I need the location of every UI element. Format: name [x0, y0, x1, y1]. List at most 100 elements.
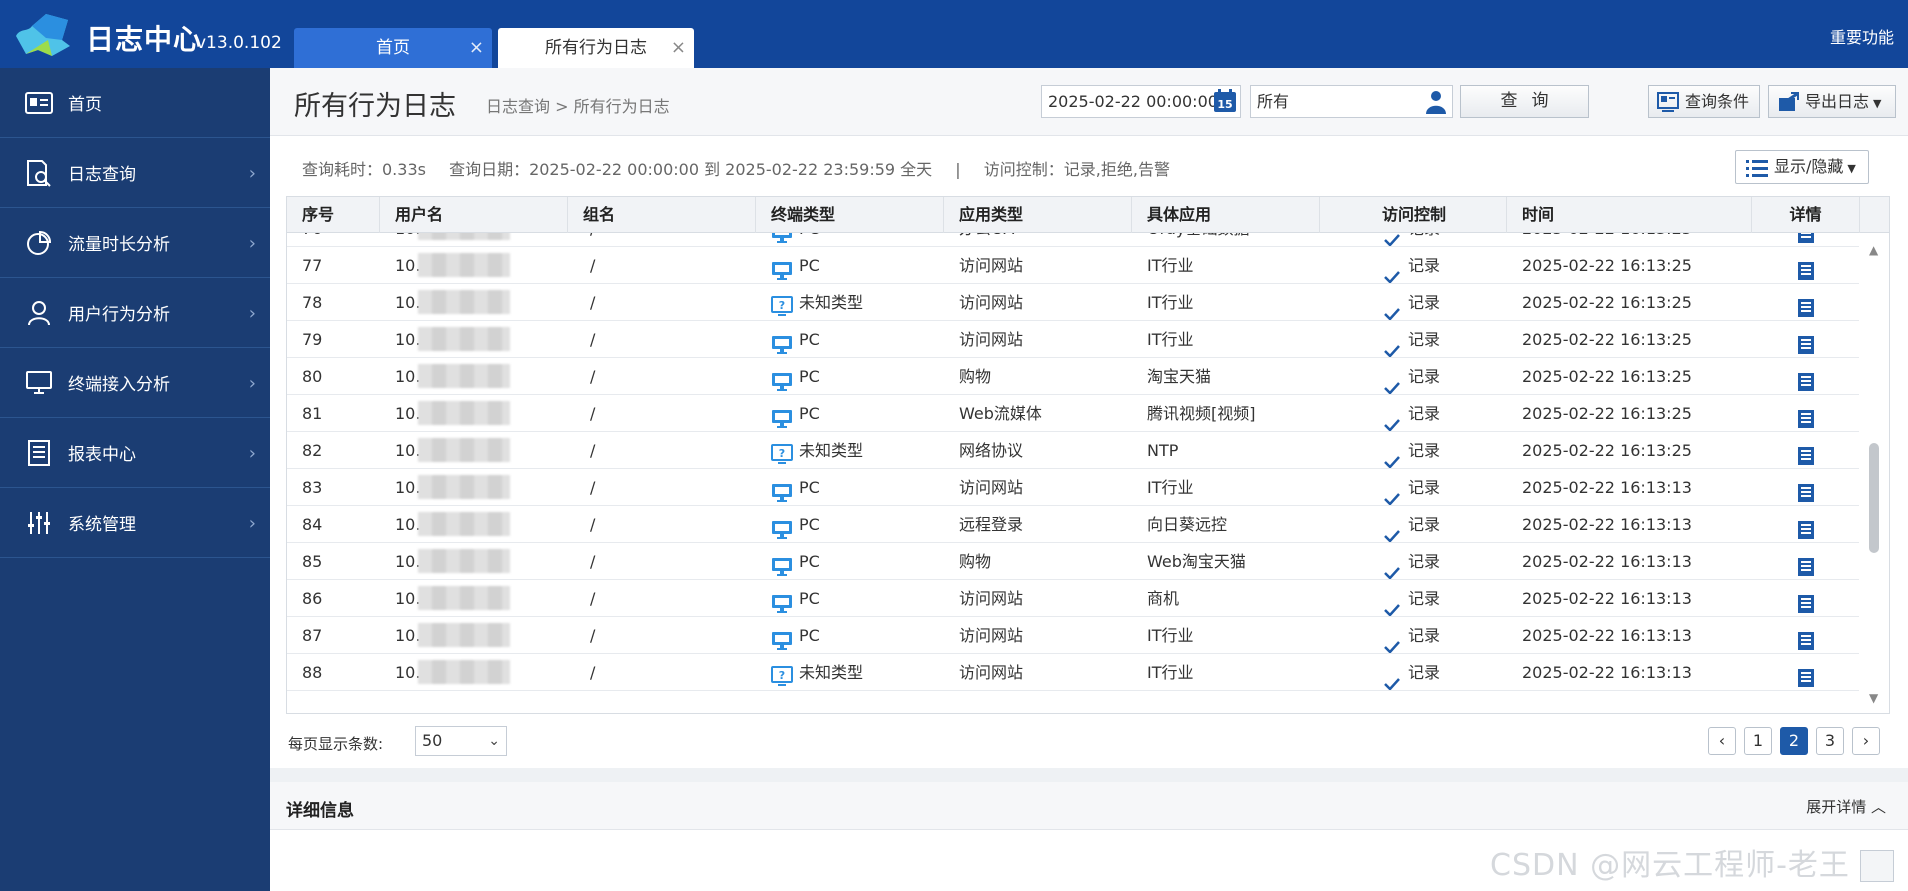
table-row[interactable]: 78 10. /? 未知类型 访问网站 IT行业 记录 2025-02-22 16:13:25 — [287, 284, 1889, 321]
table-row[interactable]: 77 10. / PC 访问网站 IT行业 记录 2025-02-22 16:13:25 — [287, 247, 1889, 284]
cell-app-type: Web流媒体 — [959, 404, 1042, 423]
detail-document-icon[interactable] — [1797, 257, 1815, 280]
show-hide-columns-button[interactable]: 显示/隐藏 ▼ — [1735, 150, 1869, 184]
terminal-text: 未知类型 — [799, 441, 864, 460]
redacted-mask — [418, 549, 510, 573]
important-features-link[interactable]: 重要功能 — [1830, 24, 1894, 48]
table-row[interactable]: 87 10.2 / PC 访问网站 IT行业 记录 2025-02-22 16:13:13 — [287, 617, 1889, 654]
export-log-button[interactable]: 导出日志 ▼ — [1768, 85, 1896, 118]
detail-document-icon[interactable] — [1797, 294, 1815, 317]
table-row[interactable]: 83 10.2 / PC 访问网站 IT行业 记录 2025-02-22 16:13:13 — [287, 469, 1889, 506]
column-header-user[interactable]: 用户名 — [380, 197, 568, 233]
sidebar-item-label: 日志查询 — [68, 165, 136, 185]
cell-detail — [1752, 321, 1860, 357]
column-header-detail[interactable]: 详情 — [1752, 197, 1860, 233]
detail-document-icon[interactable] — [1797, 664, 1815, 687]
table-row[interactable]: 84 10.2 / PC 远程登录 向日葵远控 记录 2025-02-22 16:13:13 — [287, 506, 1889, 543]
table-row[interactable]: 86 10.2 / PC 访问网站 商机 记录 2025-02-22 16:13:13 — [287, 580, 1889, 617]
detail-document-icon[interactable] — [1797, 627, 1815, 650]
scroll-up-icon[interactable]: ▲ — [1869, 243, 1878, 257]
user-text: 10. — [395, 330, 421, 349]
user-picker-icon[interactable] — [1425, 90, 1447, 114]
column-header-no[interactable]: 序号 — [287, 197, 380, 233]
cell-app: IT行业 — [1147, 256, 1194, 275]
table-row[interactable]: 85 10.2 / PC 购物 Web淘宝天猫 记录 2025-02-22 16:13:13 — [287, 543, 1889, 580]
column-header-access[interactable]: 访问控制 — [1320, 197, 1507, 233]
terminal-text: PC — [799, 367, 820, 386]
user-value: 所有 — [1257, 92, 1290, 111]
detail-document-icon[interactable] — [1797, 479, 1815, 502]
sidebar-item-terminal-analysis[interactable]: 终端接入分析 › — [0, 348, 270, 418]
table-row[interactable]: 81 10. / PC Web流媒体 腾讯视频[视频] 记录 2025-02-22 16:13… — [287, 395, 1889, 432]
table-row[interactable]: 80 10. / PC 购物 淘宝天猫 记录 2025-02-22 16:13:25 — [287, 358, 1889, 395]
close-icon[interactable]: × — [469, 28, 484, 68]
cell-terminal: ? 未知类型 — [756, 284, 944, 320]
table-row[interactable]: 79 10. / PC 访问网站 IT行业 记录 2025-02-22 16:13:25 — [287, 321, 1889, 358]
detail-document-icon[interactable] — [1797, 368, 1815, 391]
tab-home[interactable]: 首页 × — [294, 28, 492, 68]
sidebar-item-label: 首页 — [68, 95, 102, 115]
breadcrumb: 日志查询 > 所有行为日志 — [486, 97, 670, 116]
scrollbar-thumb[interactable] — [1869, 443, 1879, 553]
date-field[interactable]: 2025-02-22 00:00:00 15 — [1041, 85, 1241, 118]
corner-widget-icon[interactable] — [1860, 850, 1894, 882]
sidebar-item-log-query[interactable]: 日志查询 › — [0, 138, 270, 208]
access-text: 记录 — [1408, 589, 1441, 608]
user-text: 10. — [395, 404, 421, 423]
cell-detail — [1752, 543, 1860, 579]
page-size-select[interactable]: 50 ⌄ — [415, 726, 507, 756]
detail-document-icon[interactable] — [1797, 590, 1815, 613]
chevron-right-icon: › — [248, 303, 256, 324]
detail-document-icon[interactable] — [1797, 516, 1815, 539]
sidebar-item-report-center[interactable]: 报表中心 › — [0, 418, 270, 488]
access-text: 记录 — [1408, 404, 1441, 423]
unknown-device-icon: ? — [771, 294, 793, 316]
column-header-time[interactable]: 时间 — [1507, 197, 1752, 233]
table-row[interactable]: 88 10.2 /? 未知类型 访问网站 IT行业 记录 2025-02-22 16:13:1… — [287, 654, 1889, 691]
redacted-mask — [418, 512, 510, 536]
redacted-mask — [418, 475, 510, 499]
calendar-day: 15 — [1217, 98, 1232, 111]
sidebar-item-traffic-analysis[interactable]: 流量时长分析 › — [0, 208, 270, 278]
column-header-group[interactable]: 组名 — [568, 197, 756, 233]
query-button[interactable]: 查询 — [1460, 85, 1589, 118]
table-row[interactable]: 82 10.2 /? 未知类型 网络协议 NTP 记录 2025-02-22 16:13:25 — [287, 432, 1889, 469]
close-icon[interactable]: × — [671, 28, 686, 68]
detail-document-icon[interactable] — [1797, 553, 1815, 576]
prev-page-button[interactable]: ‹ — [1708, 727, 1736, 755]
cell-app: IT行业 — [1147, 478, 1194, 497]
scroll-down-icon[interactable]: ▼ — [1869, 691, 1878, 705]
tab-all-behavior-log[interactable]: 所有行为日志 × — [498, 28, 694, 68]
cell-user: 10.2 — [380, 506, 568, 542]
column-header-app-type[interactable]: 应用类型 — [944, 197, 1132, 233]
access-text: 记录 — [1408, 441, 1441, 460]
table-scrollbar[interactable]: ▲ ▼ — [1859, 233, 1889, 713]
sidebar-item-home[interactable]: 首页 — [0, 68, 270, 138]
query-conditions-button[interactable]: 查询条件 — [1648, 85, 1760, 118]
next-page-button[interactable]: › — [1852, 727, 1880, 755]
terminal-text: PC — [799, 552, 820, 571]
column-header-terminal[interactable]: 终端类型 — [756, 197, 944, 233]
calendar-icon[interactable]: 15 — [1213, 89, 1237, 113]
expand-detail-button[interactable]: 展开详情 ︿ — [1806, 796, 1886, 817]
cell-time: 2025-02-22 16:13:13 — [1522, 663, 1692, 682]
sidebar-item-system-management[interactable]: 系统管理 › — [0, 488, 270, 558]
cell-no: 80 — [302, 367, 323, 386]
chevron-up-icon: ︿ — [1870, 798, 1886, 816]
cell-app-type: 购物 — [959, 552, 992, 571]
column-header-app[interactable]: 具体应用 — [1132, 197, 1320, 233]
terminal-text: PC — [799, 589, 820, 608]
user-select-field[interactable]: 所有 — [1250, 85, 1453, 118]
sidebar-item-user-behavior[interactable]: 用户行为分析 › — [0, 278, 270, 348]
access-text: 记录 — [1408, 367, 1441, 386]
monitor-icon — [771, 590, 793, 613]
page-button[interactable]: 1 — [1744, 727, 1772, 755]
monitor-icon — [771, 516, 793, 539]
page-button[interactable]: 3 — [1816, 727, 1844, 755]
detail-document-icon[interactable] — [1797, 331, 1815, 354]
cell-app-type: 访问网站 — [959, 626, 1024, 645]
detail-document-icon[interactable] — [1797, 405, 1815, 428]
detail-document-icon[interactable] — [1797, 442, 1815, 465]
page-button-current[interactable]: 2 — [1780, 727, 1808, 755]
cell-app-type: 访问网站 — [959, 478, 1024, 497]
